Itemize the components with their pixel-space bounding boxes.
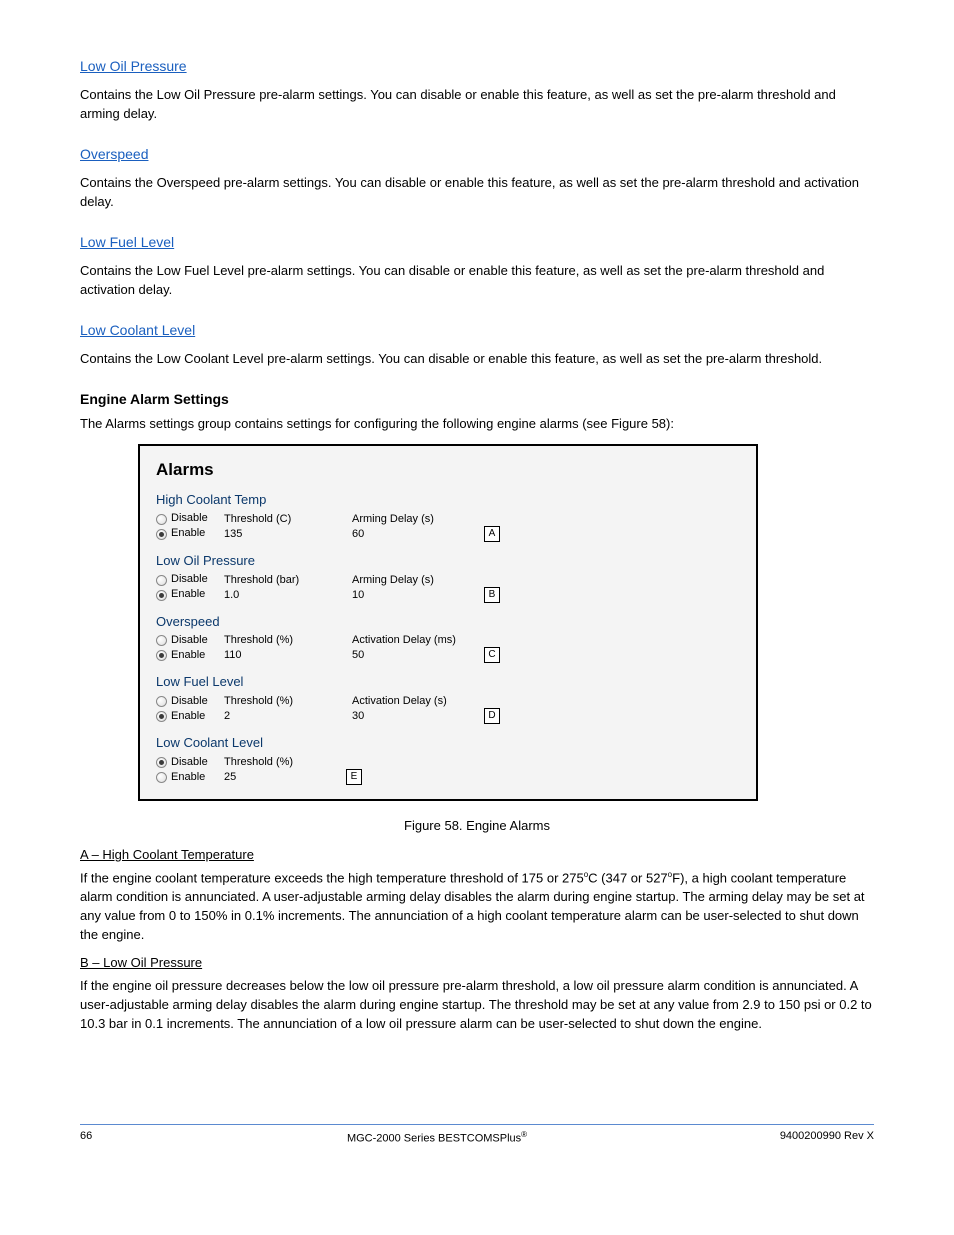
figure-caption: Figure 58. Engine Alarms [80,817,874,836]
desc-low-coolant-level: Contains the Low Coolant Level pre-alarm… [80,350,874,369]
radio-disable-overspeed[interactable]: Disable [156,633,224,648]
value-threshold-e[interactable]: 25 [224,770,324,785]
alarm-group-overspeed: Overspeed Disable Enable Threshold (%) 1… [156,613,740,664]
alarm-head-high-coolant-temp: High Coolant Temp [156,491,740,510]
desc-overspeed: Contains the Overspeed pre-alarm setting… [80,174,874,212]
link-low-fuel-level[interactable]: Low Fuel Level [80,232,174,252]
alarm-group-low-coolant-level: Low Coolant Level Disable Enable Thresho… [156,734,740,785]
radio-disable-low-oil-pressure[interactable]: Disable [156,573,224,588]
footer-product: MGC-2000 Series BESTCOMSPlus® [140,1129,734,1148]
value-delay-c[interactable]: 50 [352,648,462,663]
value-delay-d[interactable]: 30 [352,709,462,724]
label-threshold-b: Threshold (bar) [224,573,324,588]
value-delay-a[interactable]: 60 [352,527,462,542]
label-delay-d: Activation Delay (s) [352,694,462,709]
desc-low-oil-pressure: Contains the Low Oil Pressure pre-alarm … [80,86,874,124]
label-threshold-c: Threshold (%) [224,633,324,648]
alarm-group-low-fuel-level: Low Fuel Level Disable Enable Threshold … [156,673,740,724]
alarm-head-low-coolant-level: Low Coolant Level [156,734,740,753]
radio-disable-low-fuel-level[interactable]: Disable [156,694,224,709]
value-delay-b[interactable]: 10 [352,588,462,603]
link-low-oil-pressure[interactable]: Low Oil Pressure [80,56,187,76]
alarm-group-high-coolant-temp: High Coolant Temp Disable Enable Thresho… [156,491,740,542]
subsection-b-para: If the engine oil pressure decreases bel… [80,977,874,1034]
subsection-a-para: If the engine coolant temperature exceed… [80,869,874,945]
page-footer: 66 MGC-2000 Series BESTCOMSPlus® 9400200… [80,1124,874,1148]
registered-icon: ® [521,1130,527,1139]
link-low-coolant-level[interactable]: Low Coolant Level [80,320,195,340]
link-overspeed[interactable]: Overspeed [80,144,148,164]
label-threshold-d: Threshold (%) [224,694,324,709]
alarm-head-overspeed: Overspeed [156,613,740,632]
subsection-a-title: A – High Coolant Temperature [80,846,874,865]
radio-disable-low-coolant-level[interactable]: Disable [156,755,224,770]
alarm-head-low-oil-pressure: Low Oil Pressure [156,552,740,571]
footer-doc-code: 9400200990 Rev X [734,1129,874,1148]
radio-enable-low-oil-pressure[interactable]: Enable [156,588,224,603]
radio-enable-low-fuel-level[interactable]: Enable [156,709,224,724]
tag-c: C [484,647,500,663]
alarms-title: Alarms [156,458,740,483]
label-delay-b: Arming Delay (s) [352,573,462,588]
radio-disable-high-coolant-temp[interactable]: Disable [156,512,224,527]
tag-d: D [484,708,500,724]
alarm-head-low-fuel-level: Low Fuel Level [156,673,740,692]
label-delay-c: Activation Delay (ms) [352,633,462,648]
value-threshold-c[interactable]: 110 [224,648,324,663]
label-delay-a: Arming Delay (s) [352,512,462,527]
value-threshold-b[interactable]: 1.0 [224,588,324,603]
label-threshold-e: Threshold (%) [224,755,324,770]
subsection-b-title: B – Low Oil Pressure [80,954,874,973]
radio-enable-high-coolant-temp[interactable]: Enable [156,527,224,542]
tag-a: A [484,526,500,542]
radio-enable-overspeed[interactable]: Enable [156,648,224,663]
value-threshold-d[interactable]: 2 [224,709,324,724]
desc-low-fuel-level: Contains the Low Fuel Level pre-alarm se… [80,262,874,300]
alarm-group-low-oil-pressure: Low Oil Pressure Disable Enable Threshol… [156,552,740,603]
tag-e: E [346,769,362,785]
value-threshold-a[interactable]: 135 [224,527,324,542]
radio-enable-low-coolant-level[interactable]: Enable [156,770,224,785]
footer-page-number: 66 [80,1129,140,1148]
tag-b: B [484,587,500,603]
para-alarms-intro: The Alarms settings group contains setti… [80,415,874,434]
alarms-dialog: Alarms High Coolant Temp Disable Enable … [138,444,758,801]
heading-engine-alarm-settings: Engine Alarm Settings [80,389,874,409]
label-threshold-a: Threshold (C) [224,512,324,527]
